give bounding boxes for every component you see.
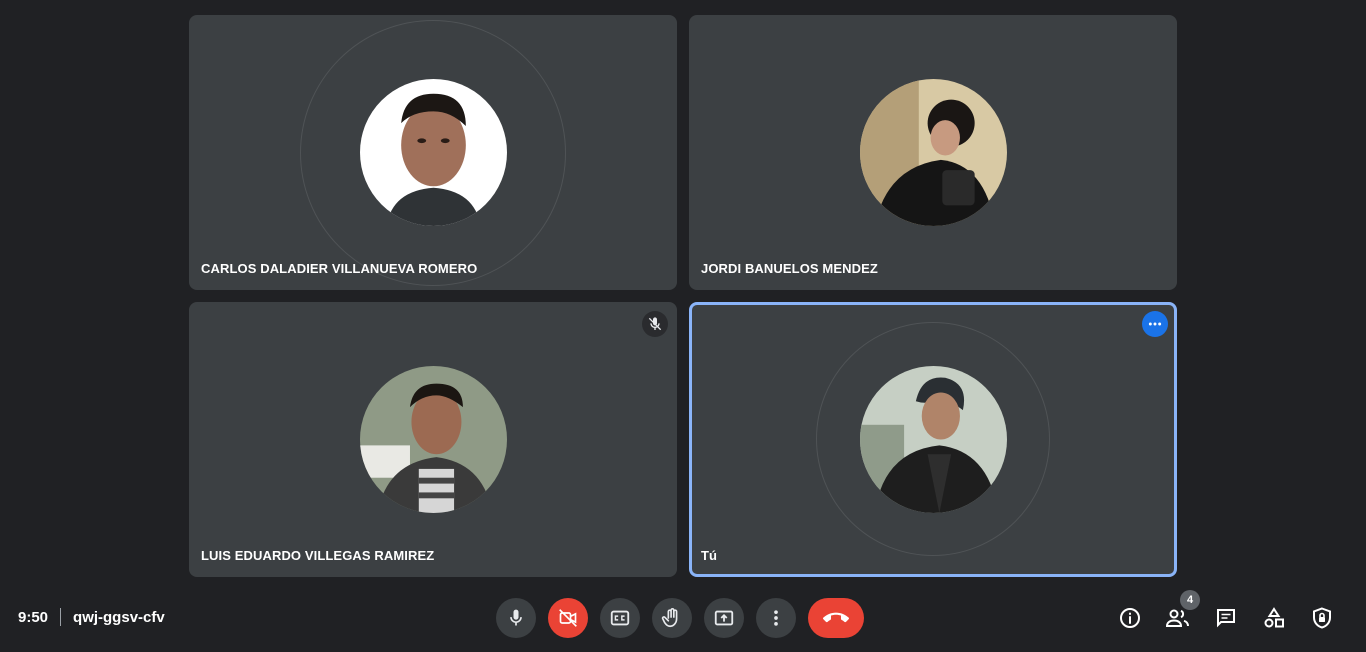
more-options-icon[interactable] [1142,311,1168,337]
avatar [860,366,1007,513]
call-controls [496,598,864,638]
divider [60,608,62,626]
info-icon [1120,608,1140,628]
people-button[interactable]: 4 [1164,590,1200,632]
camera-toggle-button[interactable] [548,598,588,638]
participant-tile[interactable]: JORDI BANUELOS MENDEZ [689,15,1177,290]
side-panel-controls: 4 [1096,590,1336,632]
camera-off-icon [559,609,577,627]
meeting-time: 9:50 [18,608,49,626]
participant-tile[interactable]: CARLOS DALADIER VILLANUEVA ROMERO [189,15,677,290]
leave-call-button[interactable] [808,598,864,638]
host-controls-button[interactable] [1308,604,1336,632]
present-screen-icon [714,610,734,626]
avatar [860,79,1007,226]
avatar [360,366,507,513]
meeting-info: 9:50 qwj-ggsv-cfv [18,608,165,626]
participant-name: JORDI BANUELOS MENDEZ [701,261,878,276]
more-vert-icon [774,610,778,626]
microphone-icon [510,609,522,626]
chat-button[interactable] [1212,604,1240,632]
meeting-code: qwj-ggsv-cfv [73,608,165,626]
raise-hand-button[interactable] [652,598,692,638]
activities-button[interactable] [1260,604,1288,632]
present-screen-button[interactable] [704,598,744,638]
captions-button[interactable] [600,598,640,638]
avatar [360,79,507,226]
participant-name: LUIS EDUARDO VILLEGAS RAMIREZ [201,548,435,563]
call-end-icon [823,612,849,623]
participant-name: Tú [701,548,718,563]
participant-tile[interactable]: LUIS EDUARDO VILLEGAS RAMIREZ [189,302,677,577]
raise-hand-icon [661,608,678,628]
meeting-details-button[interactable] [1116,604,1144,632]
participant-name: CARLOS DALADIER VILLANUEVA ROMERO [201,261,478,276]
microphone-button[interactable] [496,598,536,638]
chat-icon [1217,609,1235,628]
activities-icon [1264,607,1284,628]
mic-muted-icon [642,311,668,337]
captions-icon [610,610,630,626]
bottom-toolbar: 9:50 qwj-ggsv-cfv 4 [0,590,1366,652]
host-controls-icon [1313,607,1331,629]
people-count-badge: 4 [1180,590,1200,610]
self-participant-tile[interactable]: Tú [689,302,1177,577]
more-options-button[interactable] [756,598,796,638]
